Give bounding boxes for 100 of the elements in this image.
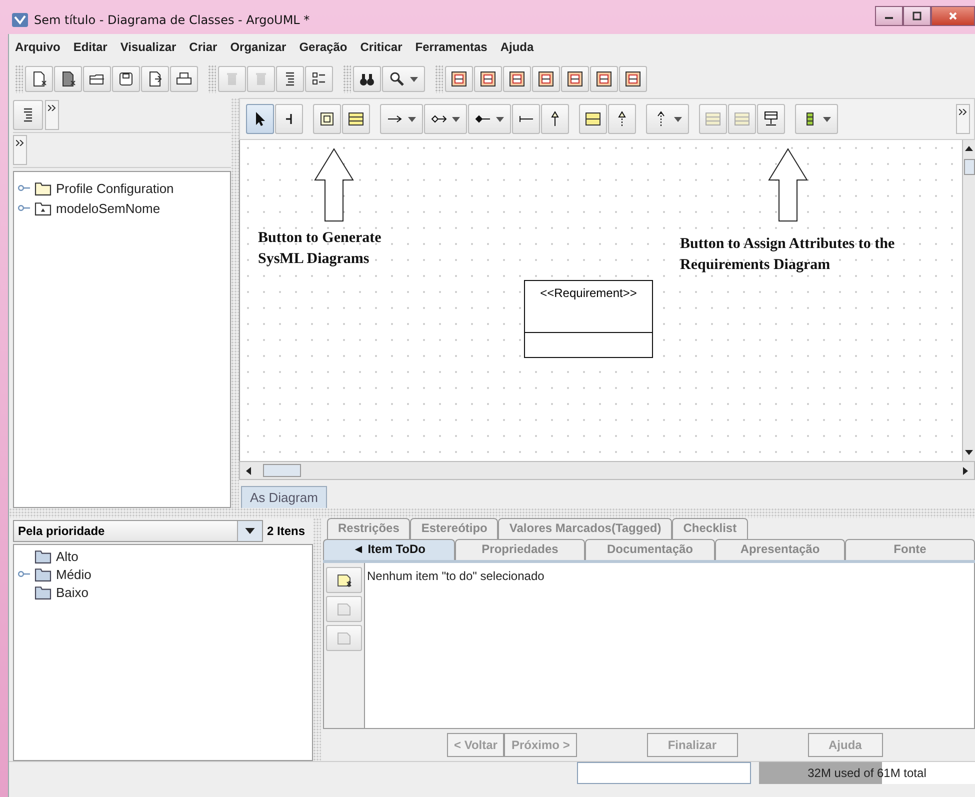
sort-dropdown[interactable]: Pela prioridade bbox=[13, 520, 263, 542]
toolbar-button[interactable] bbox=[445, 66, 473, 92]
document-icon bbox=[336, 630, 352, 646]
right-arrow-icon[interactable] bbox=[963, 466, 968, 474]
binoculars-icon bbox=[359, 71, 375, 87]
tree-item[interactable]: Alto bbox=[56, 548, 78, 564]
menu-item[interactable]: Criticar bbox=[360, 40, 402, 54]
caret-icon bbox=[245, 528, 255, 534]
requirement-class-box[interactable]: <<Requirement>> bbox=[524, 280, 653, 358]
expand-handle-icon[interactable] bbox=[18, 204, 30, 212]
menu-item[interactable]: Ajuda bbox=[500, 40, 534, 54]
splitter-handle[interactable] bbox=[231, 98, 239, 508]
diagram-icon bbox=[451, 71, 467, 87]
menu-item[interactable]: Editar bbox=[73, 40, 108, 54]
toolbar-button[interactable] bbox=[532, 66, 560, 92]
tab[interactable]: ◄ Item ToDo bbox=[323, 539, 455, 560]
menu-item[interactable]: Criar bbox=[189, 40, 218, 54]
splitter-handle[interactable] bbox=[313, 518, 321, 761]
close-button[interactable] bbox=[931, 6, 975, 26]
tree-item[interactable]: Profile Configuration bbox=[56, 180, 174, 196]
toolbar-button[interactable] bbox=[590, 66, 618, 92]
tool-button[interactable] bbox=[380, 104, 423, 134]
scrollbar-thumb[interactable] bbox=[263, 464, 301, 477]
diagram-icon bbox=[596, 71, 612, 87]
tool-button[interactable] bbox=[512, 104, 540, 134]
diagram-icon bbox=[625, 71, 641, 87]
up-arrow-icon bbox=[314, 148, 354, 222]
splitter-handle[interactable] bbox=[9, 508, 975, 518]
toolbar-button[interactable] bbox=[83, 66, 111, 92]
printer-icon bbox=[176, 71, 192, 87]
tool-button[interactable] bbox=[579, 104, 607, 134]
stand-icon bbox=[763, 111, 779, 127]
menu-item[interactable]: Ferramentas bbox=[415, 40, 488, 54]
toolbar-grip[interactable] bbox=[208, 65, 216, 93]
toolbar-button[interactable] bbox=[170, 66, 198, 92]
class-box-icon bbox=[705, 111, 721, 127]
tool-button[interactable] bbox=[541, 104, 569, 134]
tree-item[interactable]: Baixo bbox=[56, 584, 89, 600]
overflow-button[interactable] bbox=[956, 104, 970, 134]
toolbar-button[interactable] bbox=[619, 66, 647, 92]
class-box-icon bbox=[734, 111, 750, 127]
toolbar-button[interactable] bbox=[382, 66, 425, 92]
toolbar-button[interactable] bbox=[141, 66, 169, 92]
toolbar-button[interactable] bbox=[503, 66, 531, 92]
toolbar-button[interactable] bbox=[305, 66, 333, 92]
tool-button[interactable] bbox=[608, 104, 636, 134]
stereotype-label: <<Requirement>> bbox=[540, 286, 637, 302]
scrollbar-thumb[interactable] bbox=[964, 159, 974, 175]
menu-item[interactable]: Geração bbox=[299, 40, 348, 54]
tool-button[interactable] bbox=[646, 104, 689, 134]
up-arrow-icon[interactable] bbox=[965, 146, 973, 151]
folder-icon bbox=[34, 566, 52, 582]
toolbar-button[interactable] bbox=[276, 66, 304, 92]
double-chevron-icon bbox=[48, 105, 56, 111]
toolbar-button[interactable] bbox=[474, 66, 502, 92]
document-icon bbox=[336, 601, 352, 617]
toolbar-grip[interactable] bbox=[343, 65, 351, 93]
annotation-text: Button to Assign Attributes to the Requirements Diagram bbox=[680, 235, 896, 275]
tool-button[interactable] bbox=[246, 104, 274, 134]
left-arrow-icon[interactable] bbox=[246, 466, 251, 474]
expand-handle-icon[interactable] bbox=[18, 184, 30, 192]
toolbar-button[interactable] bbox=[25, 66, 53, 92]
vertical-scrollbar[interactable] bbox=[962, 140, 975, 461]
overflow-button[interactable] bbox=[45, 100, 59, 130]
diagram-canvas[interactable]: Button to Generate SysML Diagrams Button to Assign Attributes to the Requirements Diagram <<Requirement>> bbox=[240, 140, 962, 461]
tool-button[interactable] bbox=[313, 104, 341, 134]
toolbar-button[interactable] bbox=[112, 66, 140, 92]
diagram-icon bbox=[509, 71, 525, 87]
double-chevron-icon bbox=[16, 140, 24, 146]
tree-item[interactable]: Médio bbox=[56, 566, 92, 582]
toolbar-grip[interactable] bbox=[435, 65, 443, 93]
maximize-button[interactable] bbox=[903, 6, 931, 26]
menu-item[interactable]: Organizar bbox=[230, 40, 286, 54]
new-document-icon bbox=[31, 71, 47, 87]
horizontal-scrollbar[interactable] bbox=[239, 461, 975, 480]
tool-button[interactable] bbox=[795, 104, 838, 134]
tool-button[interactable] bbox=[468, 104, 511, 134]
overflow-button[interactable] bbox=[13, 135, 27, 165]
tool-button[interactable] bbox=[424, 104, 467, 134]
tool-button[interactable] bbox=[342, 104, 370, 134]
toolbar-grip[interactable] bbox=[15, 65, 23, 93]
diagram-icon bbox=[567, 71, 583, 87]
down-arrow-icon[interactable] bbox=[965, 450, 973, 455]
double-chevron-icon bbox=[959, 109, 967, 115]
toolbar-button[interactable] bbox=[561, 66, 589, 92]
toolbar-button[interactable] bbox=[54, 66, 82, 92]
save-icon bbox=[118, 71, 134, 87]
diagram-tab[interactable]: As Diagram bbox=[241, 486, 327, 508]
toolbar-button[interactable] bbox=[353, 66, 381, 92]
new-document-icon bbox=[336, 572, 352, 588]
menu-item[interactable]: Visualizar bbox=[120, 40, 176, 54]
document-arrow-icon bbox=[147, 71, 163, 87]
menu-item[interactable]: Arquivo bbox=[15, 40, 60, 54]
minimize-button[interactable] bbox=[875, 6, 903, 26]
todo-tool-button[interactable] bbox=[326, 567, 362, 593]
expand-handle-icon[interactable] bbox=[18, 570, 30, 578]
tool-button[interactable] bbox=[757, 104, 785, 134]
toolbar-button[interactable] bbox=[13, 100, 43, 130]
maximize-icon bbox=[912, 11, 922, 21]
tree-item[interactable]: modeloSemNome bbox=[56, 200, 160, 216]
